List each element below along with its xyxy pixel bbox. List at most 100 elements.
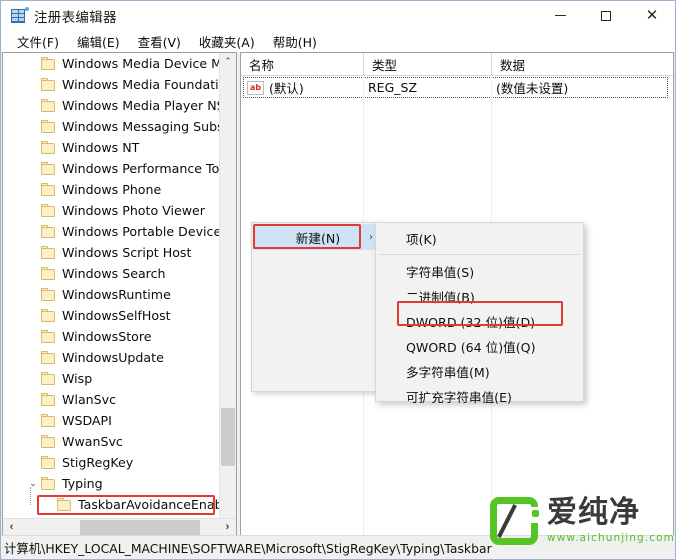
tree-item-label: Windows Portable Devices bbox=[62, 224, 219, 239]
menu-favorites[interactable]: 收藏夹(A) bbox=[190, 30, 264, 53]
tree-item[interactable]: Windows Search bbox=[3, 263, 219, 284]
folder-icon bbox=[41, 435, 56, 448]
column-header-data[interactable]: 数据 bbox=[492, 53, 673, 75]
menu-file[interactable]: 文件(F) bbox=[8, 30, 68, 53]
tree-item[interactable]: WindowsSelfHost bbox=[3, 305, 219, 326]
tree-item-label: Windows Script Host bbox=[62, 245, 192, 260]
context-menu-new-item[interactable]: 新建(N) › bbox=[253, 224, 383, 250]
tree-item[interactable]: WindowsStore bbox=[3, 326, 219, 347]
chevron-right-icon[interactable]: › bbox=[219, 519, 236, 536]
close-button[interactable]: ✕ bbox=[629, 1, 675, 30]
column-header-type[interactable]: 类型 bbox=[364, 53, 492, 75]
context-menu-parent: 新建(N) › bbox=[251, 222, 383, 392]
vertical-scroll-thumb[interactable] bbox=[221, 408, 235, 466]
ctx-new-binary[interactable]: 二进制值(B) bbox=[376, 284, 583, 309]
menu-bar: 文件(F) 编辑(E) 查看(V) 收藏夹(A) 帮助(H) bbox=[1, 30, 675, 52]
tree-item[interactable]: Windows Photo Viewer bbox=[3, 200, 219, 221]
folder-icon bbox=[41, 288, 56, 301]
tree-item[interactable]: StigRegKey bbox=[3, 452, 219, 473]
tree-item-label: Windows Media Foundation bbox=[62, 77, 219, 92]
tree-item[interactable]: ⌄ Typing bbox=[3, 473, 219, 494]
folder-icon bbox=[41, 120, 56, 133]
ctx-new-string[interactable]: 字符串值(S) bbox=[376, 259, 583, 284]
tree-item[interactable]: WindowsRuntime bbox=[3, 284, 219, 305]
tree-item[interactable]: Windows Media Device Manager bbox=[3, 53, 219, 74]
hscroll-track[interactable] bbox=[20, 519, 219, 536]
registry-tree[interactable]: Windows Media Device Manager Windows Medi… bbox=[3, 53, 219, 518]
tree-item-label: Windows NT bbox=[62, 140, 140, 155]
tree-item-label: WSDAPI bbox=[62, 413, 112, 428]
column-header-name[interactable]: 名称 bbox=[241, 53, 364, 75]
horizontal-scroll-thumb[interactable] bbox=[80, 519, 200, 535]
context-menu-submenu: 项(K) 字符串值(S) 二进制值(B) DWORD (32 位)值(D) QW… bbox=[375, 222, 584, 405]
value-data-cell: (数值未设置) bbox=[496, 81, 569, 96]
folder-icon bbox=[57, 498, 72, 511]
tree-item[interactable]: Windows Messaging Subsystem bbox=[3, 116, 219, 137]
tree-item-label: StigRegKey bbox=[62, 455, 134, 470]
tree-item-label: Windows Media Device Manager bbox=[62, 56, 219, 71]
menu-view[interactable]: 查看(V) bbox=[129, 30, 190, 53]
folder-icon bbox=[41, 456, 56, 469]
folder-icon bbox=[41, 183, 56, 196]
minimize-button[interactable] bbox=[537, 1, 583, 30]
chevron-right-icon: › bbox=[369, 231, 373, 243]
value-type-cell: REG_SZ bbox=[368, 80, 418, 95]
window-title: 注册表编辑器 bbox=[34, 9, 117, 26]
values-header-row: 名称 类型 数据 bbox=[241, 53, 673, 76]
ctx-new-dword[interactable]: DWORD (32 位)值(D) bbox=[376, 309, 583, 334]
folder-icon bbox=[41, 162, 56, 175]
tree-item[interactable]: Windows Portable Devices bbox=[3, 221, 219, 242]
tree-item[interactable]: Windows Performance Toolkit bbox=[3, 158, 219, 179]
folder-icon bbox=[41, 330, 56, 343]
chevron-up-icon[interactable]: ⌃ bbox=[220, 53, 236, 70]
ab-string-icon: ab bbox=[247, 80, 264, 95]
tree-item[interactable]: Wisp bbox=[3, 368, 219, 389]
tree-item[interactable]: Windows Media Foundation bbox=[3, 74, 219, 95]
ctx-new-key[interactable]: 项(K) bbox=[376, 226, 583, 251]
chevron-down-icon[interactable]: ⌄ bbox=[25, 479, 41, 489]
menu-separator bbox=[378, 254, 581, 255]
tree-item-label: Windows Phone bbox=[62, 182, 162, 197]
maximize-button[interactable] bbox=[583, 1, 629, 30]
tree-item-label: Windows Photo Viewer bbox=[62, 203, 205, 218]
folder-icon bbox=[41, 414, 56, 427]
table-row[interactable]: ab (默认) REG_SZ (数值未设置) bbox=[243, 77, 668, 98]
folder-icon bbox=[41, 141, 56, 154]
value-name-text: (默认) bbox=[269, 81, 304, 96]
status-bar: 计算机\HKEY_LOCAL_MACHINE\SOFTWARE\Microsof… bbox=[1, 535, 675, 559]
folder-icon bbox=[41, 99, 56, 112]
tree-item-label: WlanSvc bbox=[62, 392, 117, 407]
tree-item[interactable]: WlanSvc bbox=[3, 389, 219, 410]
window-controls: ✕ bbox=[537, 1, 675, 30]
title-bar: 注册表编辑器 ✕ bbox=[1, 1, 675, 30]
tree-item[interactable]: WSDAPI bbox=[3, 410, 219, 431]
menu-help[interactable]: 帮助(H) bbox=[264, 30, 326, 53]
folder-icon bbox=[41, 393, 56, 406]
chevron-left-icon[interactable]: ‹ bbox=[3, 519, 20, 536]
folder-icon bbox=[41, 78, 56, 91]
tree-item[interactable]: Windows Phone bbox=[3, 179, 219, 200]
tree-item[interactable]: WwanSvc bbox=[3, 431, 219, 452]
folder-icon bbox=[41, 477, 56, 490]
tree-item-label: Windows Messaging Subsystem bbox=[62, 119, 219, 134]
tree-vertical-scrollbar[interactable]: ⌃ bbox=[219, 53, 236, 518]
tree-item-label: WwanSvc bbox=[62, 434, 123, 449]
tree-item-label: WindowsRuntime bbox=[62, 287, 171, 302]
folder-icon bbox=[41, 204, 56, 217]
ctx-new-multistring[interactable]: 多字符串值(M) bbox=[376, 359, 583, 384]
ctx-new-expandstring[interactable]: 可扩充字符串值(E) bbox=[376, 384, 583, 409]
registry-path-text: 计算机\HKEY_LOCAL_MACHINE\SOFTWARE\Microsof… bbox=[4, 540, 492, 556]
folder-icon bbox=[41, 372, 56, 385]
menu-edit[interactable]: 编辑(E) bbox=[68, 30, 129, 53]
tree-item[interactable]: TaskbarAvoidanceEnabled bbox=[3, 494, 219, 515]
registry-editor-window: 注册表编辑器 ✕ 文件(F) 编辑(E) 查看(V) 收藏夹(A) 帮助(H) … bbox=[0, 0, 676, 560]
tree-item[interactable]: Windows Script Host bbox=[3, 242, 219, 263]
folder-icon bbox=[41, 351, 56, 364]
tree-horizontal-scrollbar[interactable]: ‹ › bbox=[3, 518, 236, 535]
tree-item[interactable]: Windows NT bbox=[3, 137, 219, 158]
ctx-new-qword[interactable]: QWORD (64 位)值(Q) bbox=[376, 334, 583, 359]
tree-item[interactable]: Windows Media Player NSS bbox=[3, 95, 219, 116]
registry-tree-pane: Windows Media Device Manager Windows Medi… bbox=[2, 52, 237, 536]
tree-item[interactable]: WindowsUpdate bbox=[3, 347, 219, 368]
tree-item-label: Wisp bbox=[62, 371, 93, 386]
